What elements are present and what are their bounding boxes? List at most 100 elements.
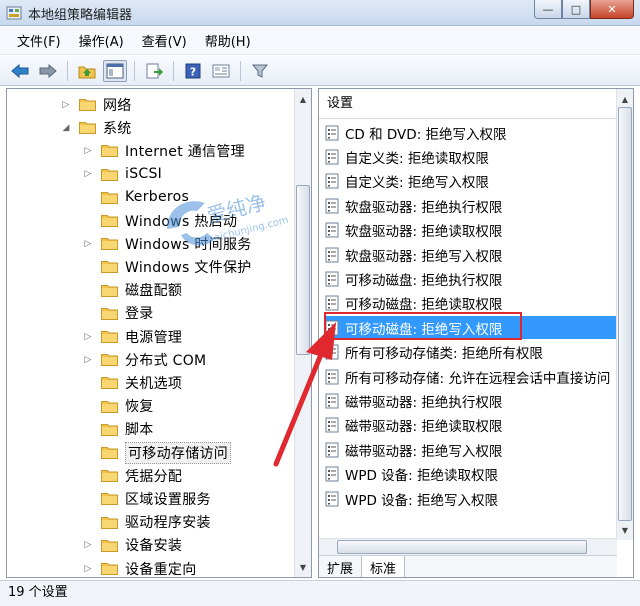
close-button[interactable]: ✕ xyxy=(590,0,634,19)
annotation-arrow-icon xyxy=(273,322,336,467)
up-one-level-button[interactable] xyxy=(75,60,99,82)
properties-icon xyxy=(212,64,230,77)
tree-item-label: 脚本 xyxy=(125,422,154,439)
setting-row[interactable]: 软盘驱动器: 拒绝执行权限 xyxy=(325,194,617,217)
expand-arrow-icon[interactable]: ▷ xyxy=(83,355,93,365)
folder-icon xyxy=(101,191,118,204)
folder-icon xyxy=(101,145,118,158)
folder-icon xyxy=(101,284,118,297)
tree-item-label: 驱动程序安装 xyxy=(125,515,211,532)
expand-arrow-icon[interactable]: ▷ xyxy=(83,169,93,179)
menu-help[interactable]: 帮助(H) xyxy=(196,29,260,52)
setting-label: CD 和 DVD: 拒绝写入权限 xyxy=(345,126,507,143)
policy-setting-icon xyxy=(325,198,339,214)
scroll-down-icon[interactable]: ▼ xyxy=(295,559,311,575)
list-scrollbar[interactable]: ▲ ▼ xyxy=(616,89,633,540)
setting-label: WPD 设备: 拒绝写入权限 xyxy=(345,492,499,509)
policy-setting-icon xyxy=(325,466,339,482)
tree-item[interactable]: 脚本 xyxy=(83,418,154,441)
tree-item[interactable]: 驱动程序安装 xyxy=(83,511,211,534)
maximize-button[interactable]: □ xyxy=(562,0,590,19)
tree-item[interactable]: ▷ 电源管理 xyxy=(83,325,182,348)
setting-label: 软盘驱动器: 拒绝读取权限 xyxy=(345,224,503,241)
policy-setting-icon xyxy=(325,222,339,238)
setting-row[interactable]: 磁带驱动器: 拒绝写入权限 xyxy=(325,438,617,461)
expand-arrow-icon[interactable]: ▷ xyxy=(83,239,93,249)
menu-action[interactable]: 操作(A) xyxy=(70,29,133,52)
expand-arrow-icon[interactable]: ▷ xyxy=(61,100,71,110)
menu-bar: 文件(F) 操作(A) 查看(V) 帮助(H) xyxy=(0,27,640,55)
setting-row[interactable]: 所有可移动存储类: 拒绝所有权限 xyxy=(325,341,617,364)
view-tabs: 扩展 标准 xyxy=(319,555,617,577)
folder-icon xyxy=(101,331,118,343)
expand-arrow-icon[interactable]: ▷ xyxy=(83,564,93,574)
tree-item[interactable]: ▷ 分布式 COM xyxy=(83,348,207,371)
tree-item[interactable]: ◢ 系统 xyxy=(61,116,132,139)
toolbar: ? xyxy=(0,56,640,86)
menu-view[interactable]: 查看(V) xyxy=(133,29,196,52)
tree-item-label: 电源管理 xyxy=(125,329,183,346)
tree-item[interactable]: ▷ 设备重定向 xyxy=(83,557,197,578)
setting-row[interactable]: WPD 设备: 拒绝读取权限 xyxy=(325,463,617,486)
tab-extended[interactable]: 扩展 xyxy=(319,556,363,577)
setting-row[interactable]: 自定义类: 拒绝写入权限 xyxy=(325,170,617,193)
filter-button[interactable] xyxy=(248,60,272,82)
setting-row[interactable]: 磁带驱动器: 拒绝读取权限 xyxy=(325,414,617,437)
toolbar-separator xyxy=(240,60,241,81)
tree-item[interactable]: ▷ Internet 通信管理 xyxy=(83,139,245,162)
back-button[interactable] xyxy=(8,60,32,82)
setting-row[interactable]: 磁带驱动器: 拒绝执行权限 xyxy=(325,389,617,412)
scroll-up-icon[interactable]: ▲ xyxy=(617,91,633,107)
folder-icon xyxy=(101,307,118,320)
help-icon: ? xyxy=(185,63,201,78)
setting-row[interactable]: 可移动磁盘: 拒绝执行权限 xyxy=(325,267,617,290)
tree-item[interactable]: 关机选项 xyxy=(83,371,182,394)
menu-file[interactable]: 文件(F) xyxy=(8,29,70,52)
tree-item[interactable]: 区域设置服务 xyxy=(83,487,211,510)
expand-arrow-icon[interactable]: ▷ xyxy=(83,540,93,550)
folder-icon xyxy=(101,261,118,274)
folder-icon xyxy=(101,470,118,483)
setting-row[interactable]: 软盘驱动器: 拒绝读取权限 xyxy=(325,219,617,242)
scroll-thumb[interactable] xyxy=(618,107,632,521)
help-button[interactable]: ? xyxy=(181,60,205,82)
expand-arrow-icon[interactable]: ▷ xyxy=(83,332,93,342)
setting-label: 自定义类: 拒绝读取权限 xyxy=(345,150,489,167)
properties-button[interactable] xyxy=(209,60,233,82)
scroll-up-icon[interactable]: ▲ xyxy=(295,91,311,107)
expand-arrow-icon[interactable]: ◢ xyxy=(61,123,71,133)
show-hide-tree-button[interactable] xyxy=(103,59,127,82)
tree-item-label: 设备安装 xyxy=(125,538,183,555)
tree-item[interactable]: 磁盘配额 xyxy=(83,279,182,302)
tree-item-label: iSCSI xyxy=(125,166,163,183)
tree-item[interactable]: ▷ 设备安装 xyxy=(83,534,182,557)
title-bar: 本地组策略编辑器 — □ ✕ xyxy=(0,0,640,26)
setting-row[interactable]: CD 和 DVD: 拒绝写入权限 xyxy=(325,121,617,144)
tree-pane[interactable]: ▷ 网络 ◢ 系统 ▷ Internet 通信管理 ▷ iSCSI Kerberos Window… xyxy=(6,88,312,578)
tree-item[interactable]: 恢复 xyxy=(83,395,154,418)
scroll-thumb[interactable] xyxy=(337,540,587,554)
setting-row[interactable]: 自定义类: 拒绝读取权限 xyxy=(325,145,617,168)
scroll-down-icon[interactable]: ▼ xyxy=(617,522,633,538)
expand-arrow-icon[interactable]: ▷ xyxy=(83,146,93,156)
tree-item[interactable]: ▷ iSCSI xyxy=(83,163,162,186)
setting-row[interactable]: 软盘驱动器: 拒绝写入权限 xyxy=(325,243,617,266)
tree-item[interactable]: 登录 xyxy=(83,302,154,325)
setting-label: 所有可移动存储类: 拒绝所有权限 xyxy=(345,346,543,363)
minimize-button[interactable]: — xyxy=(534,0,562,19)
forward-button[interactable] xyxy=(36,60,60,82)
tree-item-label: 恢复 xyxy=(125,399,154,416)
tree-item-label: 区域设置服务 xyxy=(125,491,211,508)
tree-item[interactable]: 凭据分配 xyxy=(83,464,182,487)
list-horizontal-scrollbar[interactable] xyxy=(319,538,617,555)
export-list-button[interactable] xyxy=(142,60,166,82)
tree-item[interactable]: 可移动存储访问 xyxy=(83,441,232,464)
setting-label: 可移动磁盘: 拒绝读取权限 xyxy=(345,297,503,314)
setting-row[interactable]: WPD 设备: 拒绝写入权限 xyxy=(325,487,617,510)
tree-item[interactable]: ▷ 网络 xyxy=(61,93,132,116)
status-bar: 19 个设置 xyxy=(0,580,640,606)
policy-setting-icon xyxy=(325,173,339,189)
tab-standard[interactable]: 标准 xyxy=(362,556,406,577)
column-header-setting[interactable]: 设置 xyxy=(319,89,617,119)
setting-row[interactable]: 所有可移动存储: 允许在远程会话中直接访问 xyxy=(325,365,617,388)
